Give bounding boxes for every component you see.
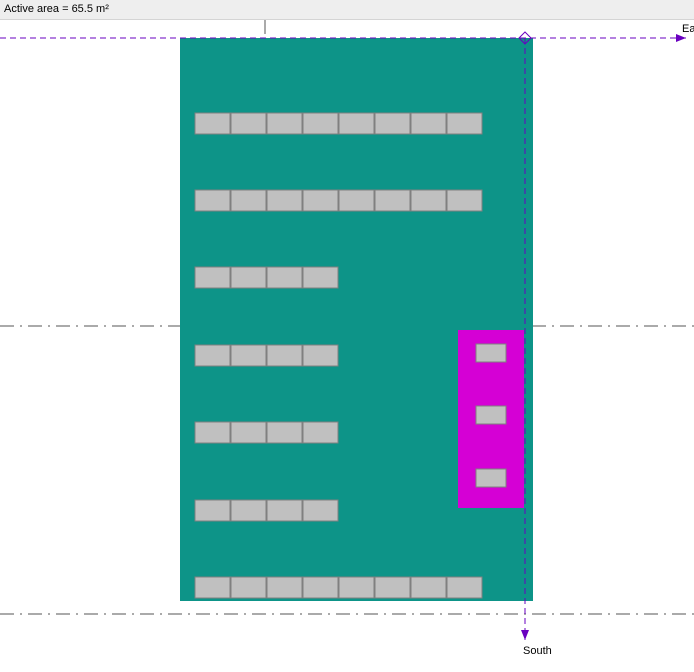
pv-module[interactable]: [231, 422, 266, 443]
pv-module[interactable]: [375, 577, 410, 598]
pv-module[interactable]: [267, 113, 302, 134]
pv-module[interactable]: [375, 190, 410, 211]
layout-canvas[interactable]: Ea South: [0, 20, 694, 672]
pv-module[interactable]: [411, 113, 446, 134]
pv-module[interactable]: [303, 500, 338, 521]
inverter-module[interactable]: [476, 406, 506, 424]
pv-module[interactable]: [267, 577, 302, 598]
pv-module[interactable]: [231, 267, 266, 288]
layout-svg: Ea South: [0, 20, 694, 672]
pv-module[interactable]: [303, 422, 338, 443]
pv-module[interactable]: [195, 422, 230, 443]
pv-module[interactable]: [195, 267, 230, 288]
axis-label-east: Ea: [682, 23, 694, 35]
active-area-readout: Active area = 65.5 m²: [4, 3, 109, 15]
pv-module[interactable]: [195, 113, 230, 134]
pv-module[interactable]: [411, 577, 446, 598]
pv-module[interactable]: [303, 267, 338, 288]
pv-module[interactable]: [267, 190, 302, 211]
axis-label-south: South: [523, 645, 552, 657]
pv-module[interactable]: [195, 500, 230, 521]
inverter-module[interactable]: [476, 469, 506, 487]
pv-module[interactable]: [267, 345, 302, 366]
pv-module[interactable]: [195, 190, 230, 211]
pv-module[interactable]: [231, 113, 266, 134]
inverter-module[interactable]: [476, 344, 506, 362]
pv-module[interactable]: [231, 500, 266, 521]
pv-module[interactable]: [195, 577, 230, 598]
pv-module[interactable]: [339, 190, 374, 211]
pv-module[interactable]: [339, 113, 374, 134]
pv-module[interactable]: [339, 577, 374, 598]
arrow-south-icon: [521, 630, 529, 640]
pv-module[interactable]: [447, 190, 482, 211]
pv-module[interactable]: [231, 577, 266, 598]
pv-module[interactable]: [303, 190, 338, 211]
pv-module[interactable]: [231, 345, 266, 366]
pv-module[interactable]: [447, 577, 482, 598]
status-bar: Active area = 65.5 m²: [0, 0, 694, 20]
pv-module[interactable]: [267, 267, 302, 288]
pv-module[interactable]: [303, 113, 338, 134]
pv-module[interactable]: [267, 500, 302, 521]
pv-module[interactable]: [411, 190, 446, 211]
pv-module[interactable]: [303, 345, 338, 366]
pv-module[interactable]: [303, 577, 338, 598]
arrow-east-icon: [676, 34, 686, 42]
pv-module[interactable]: [195, 345, 230, 366]
pv-module[interactable]: [375, 113, 410, 134]
pv-module[interactable]: [447, 113, 482, 134]
pv-module[interactable]: [231, 190, 266, 211]
pv-module[interactable]: [267, 422, 302, 443]
